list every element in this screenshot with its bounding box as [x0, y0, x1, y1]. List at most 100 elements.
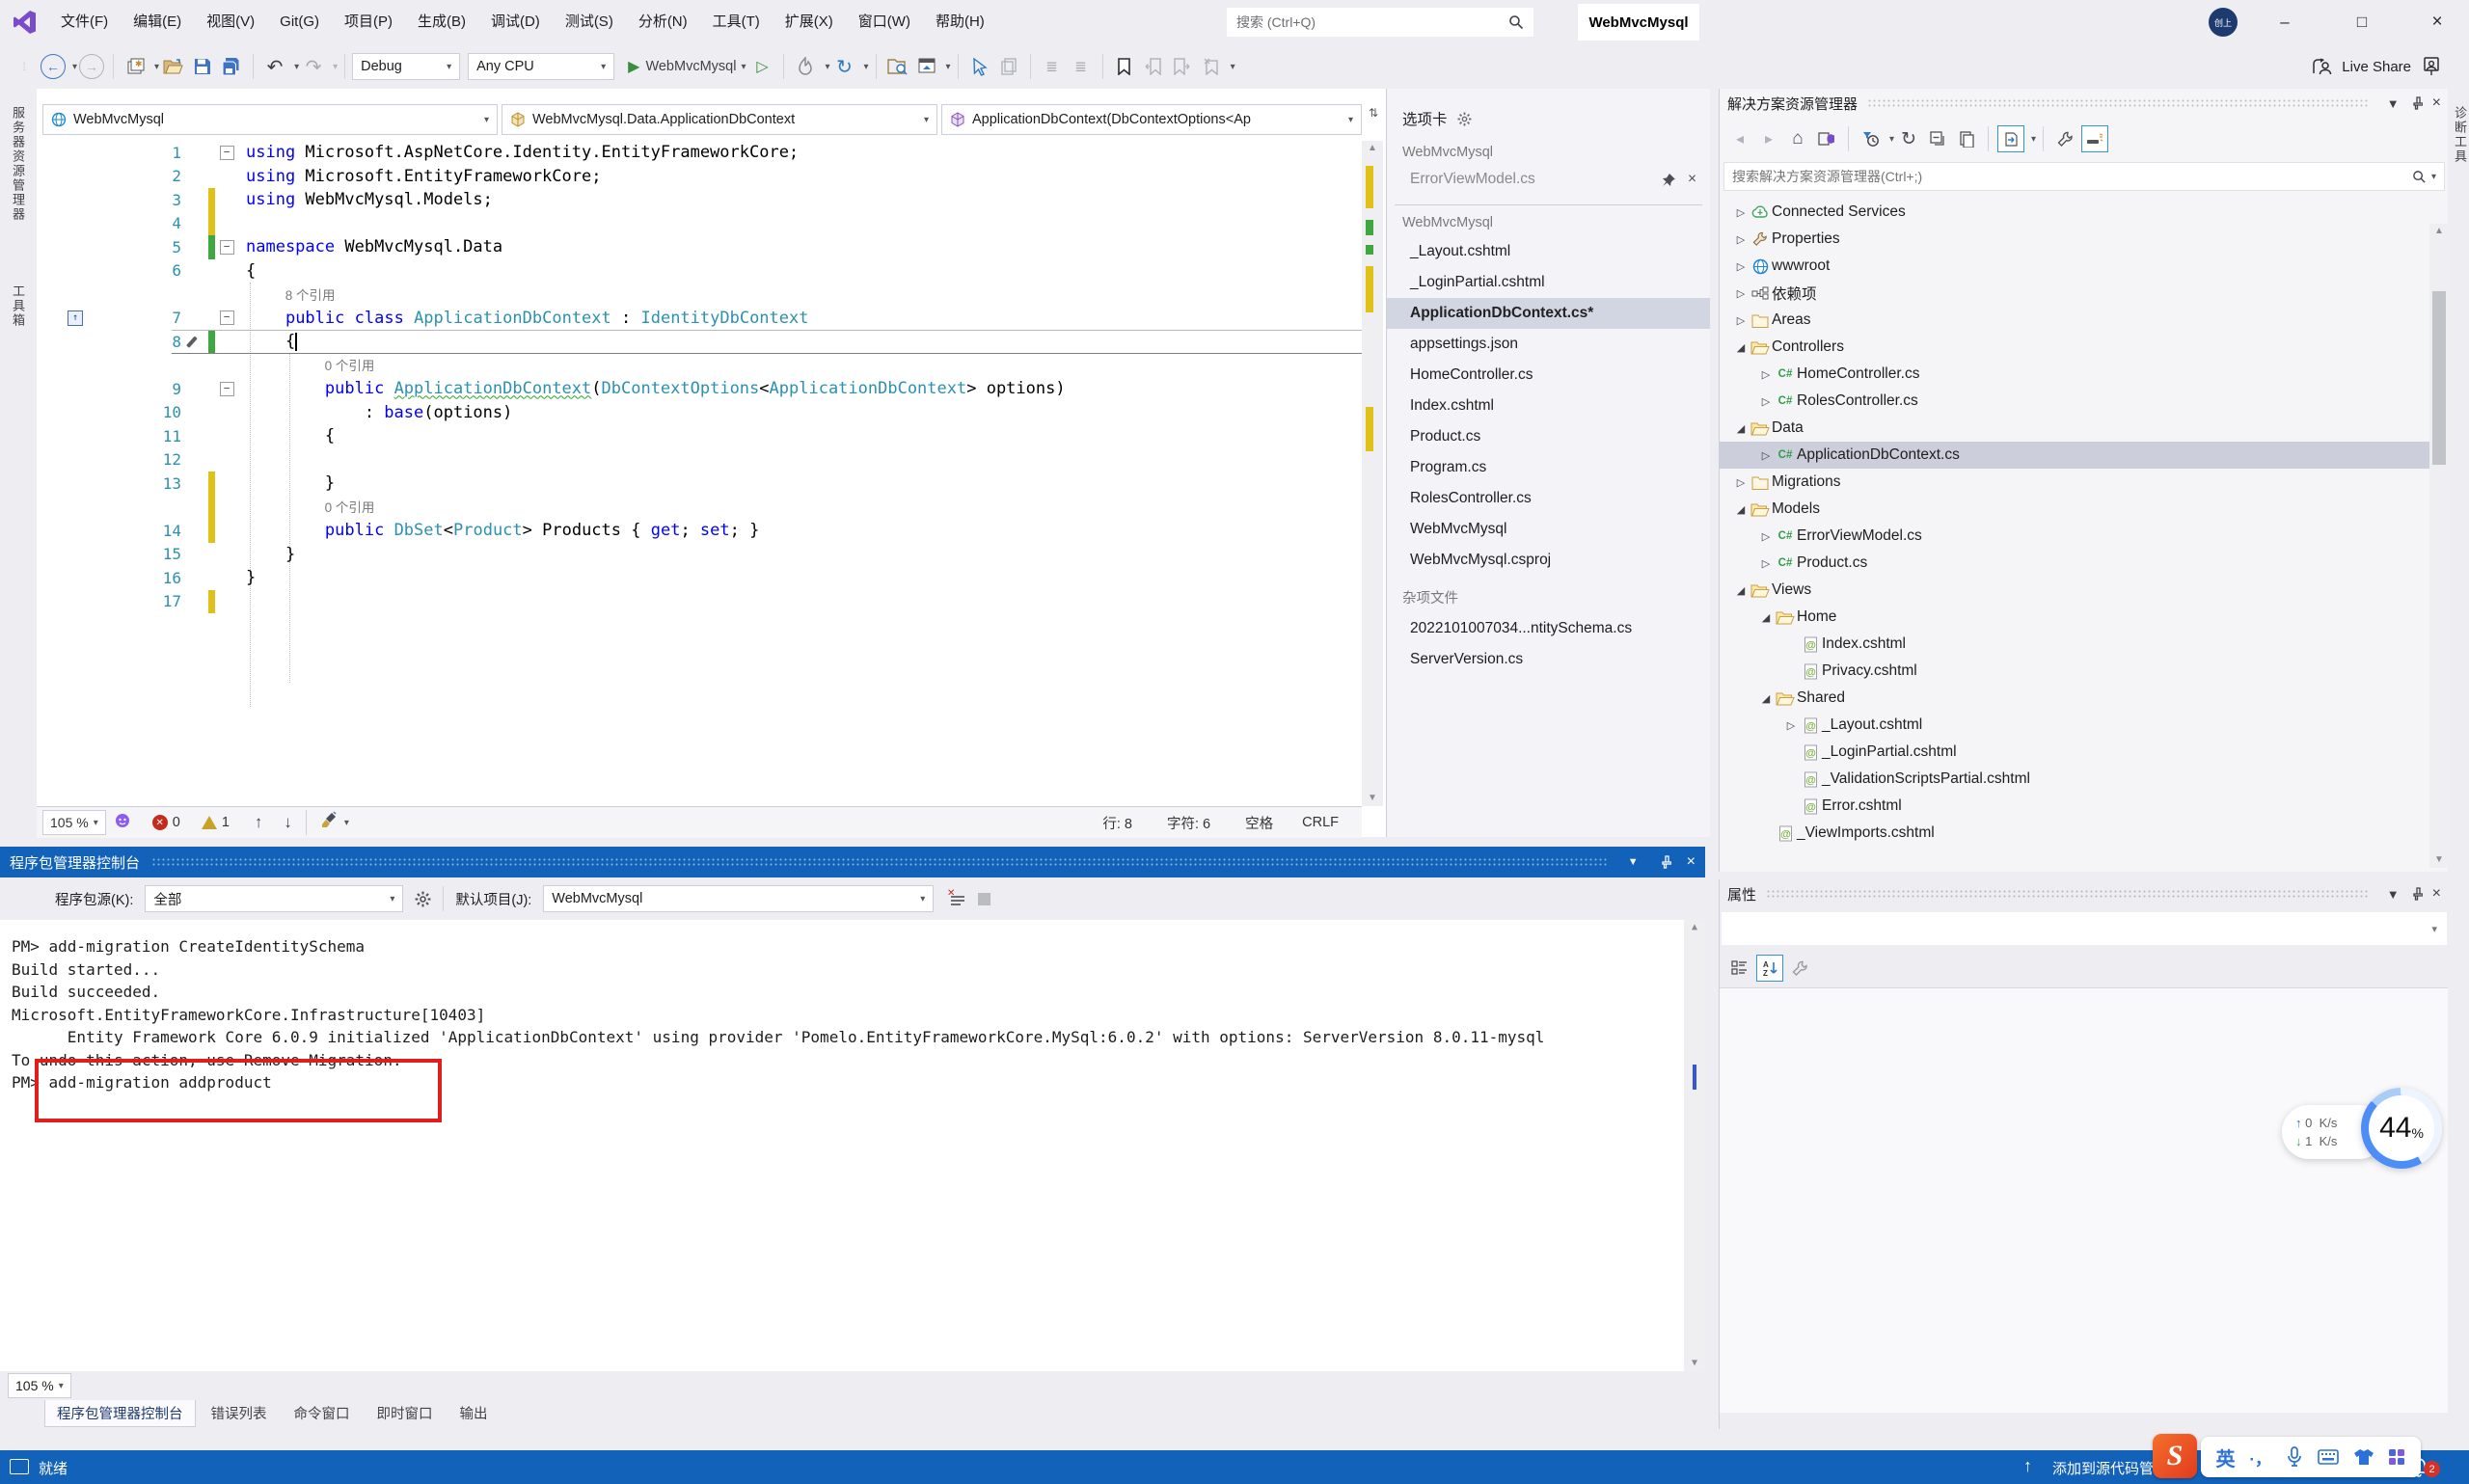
codelens-references[interactable]: 8 个引用 — [246, 288, 336, 303]
properties-object-select[interactable]: ▾ — [1722, 912, 2447, 945]
search-input[interactable]: 搜索 (Ctrl+Q) — [1227, 8, 1533, 37]
skin-shirt-icon[interactable] — [2353, 1448, 2374, 1466]
left-strip-tab[interactable]: 工具箱 — [9, 284, 27, 328]
open-tab-item[interactable]: _LoginPartial.cshtml — [1387, 267, 1710, 298]
inheritance-margin-icon[interactable]: ↑ — [68, 310, 83, 326]
gear-icon[interactable] — [415, 891, 431, 907]
tree-item-依赖项[interactable]: ▷依赖项 — [1720, 280, 2449, 307]
fold-toggle[interactable]: − — [220, 240, 234, 255]
tree-item-_Layout.cshtml[interactable]: ▷@_Layout.cshtml — [1720, 712, 2449, 739]
start-debug-button[interactable]: ▶WebMvcMysql▾ — [628, 52, 746, 81]
account-avatar[interactable]: 创上 — [2209, 8, 2238, 37]
tree-item-_LoginPartial.cshtml[interactable]: @_LoginPartial.cshtml — [1720, 739, 2449, 766]
tree-item-wwwroot[interactable]: ▷wwwroot — [1720, 253, 2449, 280]
pmc-zoom-select[interactable]: 105 %▾ — [8, 1373, 71, 1398]
bookmark-icon[interactable] — [1112, 52, 1137, 81]
scroll-down-icon[interactable]: ▼ — [2429, 852, 2449, 868]
menu-窗口(W)[interactable]: 窗口(W) — [846, 0, 923, 44]
tree-item-Home[interactable]: ◢Home — [1720, 604, 2449, 631]
pin-icon[interactable] — [1658, 855, 1671, 869]
menu-扩展(X)[interactable]: 扩展(X) — [773, 0, 846, 44]
add-to-source-control-icon[interactable]: ↑ — [2023, 1456, 2032, 1476]
console-scrollbar[interactable]: ▲ ▼ — [1684, 920, 1705, 1371]
tree-expander[interactable]: ◢ — [1758, 611, 1774, 624]
error-count[interactable]: ✕0 — [152, 815, 180, 830]
open-tab-item[interactable]: Program.cs — [1387, 452, 1710, 483]
tree-expander[interactable]: ▷ — [1733, 233, 1749, 246]
start-without-debug-icon[interactable]: ▷ — [749, 52, 774, 81]
outdent-icon[interactable]: ≣ — [1069, 52, 1094, 81]
home-icon[interactable]: ⌂ — [1785, 126, 1810, 151]
tree-expander[interactable]: ▷ — [1733, 260, 1749, 273]
undo-icon[interactable]: ↶ — [262, 52, 287, 81]
notification-count-badge[interactable]: 2 — [2424, 1461, 2440, 1477]
hot-reload-dropdown[interactable]: ▾ — [825, 62, 829, 72]
next-issue-icon[interactable]: ↓ — [284, 813, 292, 832]
window-layout-dropdown[interactable]: ▾ — [946, 62, 951, 72]
forward-icon[interactable]: ▸ — [1756, 126, 1781, 151]
live-share-icon[interactable] — [2309, 52, 2334, 81]
scroll-up-icon[interactable]: ▲ — [2429, 224, 2449, 239]
tree-item-Error.cshtml[interactable]: @Error.cshtml — [1720, 793, 2449, 820]
new-project-icon[interactable]: ✱ — [122, 52, 148, 81]
fold-toggle[interactable]: − — [220, 146, 234, 160]
code-editor[interactable]: 1−using Microsoft.AspNetCore.Identity.En… — [37, 141, 1362, 806]
pin-icon[interactable] — [1662, 173, 1676, 187]
scroll-thumb[interactable] — [2432, 291, 2446, 465]
next-bookmark-icon[interactable] — [1170, 52, 1195, 81]
pmc-console[interactable]: PM> add-migration CreateIdentitySchemaBu… — [0, 920, 1705, 1371]
menu-文件(F)[interactable]: 文件(F) — [48, 0, 121, 44]
menu-项目(P)[interactable]: 项目(P) — [332, 0, 405, 44]
live-share-label[interactable]: Live Share — [2342, 59, 2411, 75]
tree-expander[interactable]: ▷ — [1758, 557, 1774, 570]
indent-icon[interactable]: ≣ — [1040, 52, 1065, 81]
clear-bookmarks-icon[interactable] — [1199, 52, 1224, 81]
close-icon[interactable]: × — [2432, 885, 2441, 903]
redo-dropdown[interactable]: ▾ — [333, 62, 338, 72]
tree-item-Areas[interactable]: ▷Areas — [1720, 307, 2449, 334]
tree-item-Views[interactable]: ◢Views — [1720, 577, 2449, 604]
bottom-tab-命令窗口[interactable]: 命令窗口 — [283, 1400, 362, 1426]
navigate-cursor-icon[interactable] — [967, 52, 992, 81]
tree-item-Product.cs[interactable]: ▷C#Product.cs — [1720, 550, 2449, 577]
open-tab-item[interactable]: ServerVersion.cs — [1387, 644, 1710, 675]
panel-menu-icon[interactable]: ▼ — [1628, 856, 1639, 868]
redo-icon[interactable]: ↷ — [301, 52, 326, 81]
menu-Git(G)[interactable]: Git(G) — [267, 0, 332, 44]
code-cleanup-icon[interactable] — [320, 811, 339, 834]
scroll-up-icon[interactable]: ▲ — [1362, 141, 1383, 156]
tree-expander[interactable]: ▷ — [1758, 449, 1774, 462]
tree-expander[interactable]: ◢ — [1733, 422, 1749, 435]
ime-toolbar[interactable]: 英 ·， — [2201, 1437, 2421, 1477]
open-folder-icon[interactable] — [161, 52, 186, 81]
solution-explorer-header[interactable]: 解决方案资源管理器 ▼ × — [1720, 89, 2449, 118]
navigate-back-button[interactable]: ← — [41, 52, 66, 81]
close-button[interactable]: × — [2415, 0, 2459, 44]
default-project-select[interactable]: WebMvcMysql▾ — [543, 885, 934, 912]
toolbox-grid-icon[interactable] — [2388, 1448, 2405, 1466]
tree-expander[interactable]: ◢ — [1733, 503, 1749, 516]
open-tab-item[interactable]: Index.cshtml — [1387, 391, 1710, 421]
stop-icon[interactable] — [978, 893, 990, 905]
prev-bookmark-icon[interactable] — [1141, 52, 1166, 81]
menu-分析(N)[interactable]: 分析(N) — [626, 0, 700, 44]
tree-expander[interactable]: ▷ — [1733, 476, 1749, 489]
back-dropdown[interactable]: ▾ — [72, 62, 77, 72]
minimize-button[interactable]: – — [2263, 0, 2307, 44]
filter-dropdown[interactable]: ▾ — [1889, 134, 1894, 145]
pmc-title-bar[interactable]: 程序包管理器控制台 ▼ × — [0, 847, 1705, 877]
fold-toggle[interactable]: − — [220, 310, 234, 325]
menu-生成(B)[interactable]: 生成(B) — [405, 0, 478, 44]
tree-item-Properties[interactable]: ▷Properties — [1720, 226, 2449, 253]
find-in-files-icon[interactable] — [885, 52, 910, 81]
new-dropdown[interactable]: ▾ — [154, 62, 159, 72]
open-tab-item[interactable]: WebMvcMysql.csproj — [1387, 545, 1710, 576]
tree-item-Data[interactable]: ◢Data — [1720, 415, 2449, 442]
save-icon[interactable] — [190, 52, 215, 81]
tree-item-_ViewImports.cshtml[interactable]: @_ViewImports.cshtml — [1720, 820, 2449, 847]
tree-item-Privacy.cshtml[interactable]: @Privacy.cshtml — [1720, 658, 2449, 685]
properties-wrench-icon[interactable] — [2052, 126, 2077, 151]
close-icon[interactable]: × — [1687, 853, 1696, 871]
open-tab-item[interactable]: HomeController.cs — [1387, 360, 1710, 391]
properties-header[interactable]: 属性 ▼ × — [1720, 879, 2449, 908]
